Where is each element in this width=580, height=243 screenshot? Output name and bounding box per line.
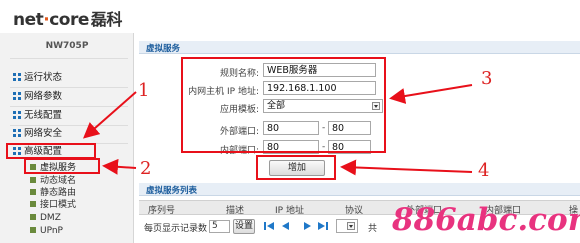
annotation-number-2: 2 bbox=[140, 158, 152, 179]
watermark: 886abc.com bbox=[392, 202, 580, 238]
arrow-1 bbox=[82, 91, 137, 139]
annotation-number-1: 1 bbox=[138, 80, 150, 101]
arrow-3 bbox=[389, 84, 473, 104]
annotation-number-3: 3 bbox=[481, 68, 493, 89]
arrow-4 bbox=[340, 159, 473, 176]
annotation-number-4: 4 bbox=[478, 160, 490, 181]
arrow-2 bbox=[102, 158, 137, 175]
